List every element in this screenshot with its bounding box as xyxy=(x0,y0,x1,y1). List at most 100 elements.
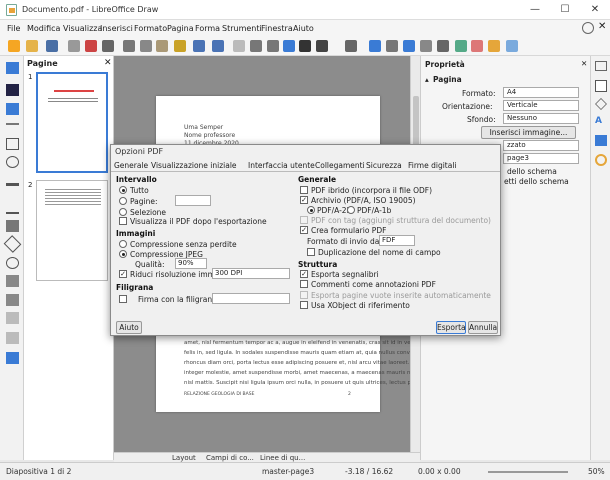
master-page-select[interactable]: page3 xyxy=(503,153,579,164)
orientation-select[interactable]: Verticale xyxy=(503,100,579,111)
export-icon[interactable] xyxy=(68,40,80,52)
tab-generale[interactable]: Generale xyxy=(114,161,148,170)
globe-icon[interactable] xyxy=(582,22,594,34)
symbol-shapes-icon[interactable] xyxy=(6,257,19,269)
gallery-icon[interactable] xyxy=(595,135,607,146)
block-arrows-icon[interactable] xyxy=(6,275,19,287)
radio-pdfa2b[interactable] xyxy=(307,206,315,214)
tab-layout[interactable]: Layout xyxy=(172,454,196,462)
pages-input[interactable] xyxy=(175,195,211,206)
line-color-icon[interactable] xyxy=(6,84,19,96)
page-thumbnail-1[interactable] xyxy=(36,72,108,173)
shapes-icon[interactable] xyxy=(595,98,607,110)
fontwork-icon[interactable] xyxy=(299,40,311,52)
menu-inserisci[interactable]: Inserisci xyxy=(100,24,133,33)
select-icon[interactable] xyxy=(6,62,19,74)
clone-formatting-icon[interactable] xyxy=(174,40,186,52)
archive-checkbox[interactable]: ✓ xyxy=(300,196,308,204)
zoom-level[interactable]: 50% xyxy=(588,467,605,476)
dpi-select[interactable]: 300 DPI xyxy=(212,268,290,279)
basic-shapes-icon[interactable] xyxy=(3,235,22,253)
grid-icon[interactable] xyxy=(233,40,245,52)
menu-modifica[interactable]: Modifica xyxy=(27,24,60,33)
watermark-checkbox[interactable] xyxy=(119,295,127,303)
curves-icon[interactable] xyxy=(6,202,19,214)
radio-selection[interactable] xyxy=(119,208,127,216)
menu-file[interactable]: File xyxy=(7,24,20,33)
tab-firme-digitali[interactable]: Firme digitali xyxy=(408,161,457,170)
background-select[interactable]: Nessuno xyxy=(503,113,579,124)
close-panel-icon[interactable]: ✕ xyxy=(104,58,112,68)
line-icon[interactable] xyxy=(6,123,19,125)
radio-lossless[interactable] xyxy=(119,240,127,248)
text-box-icon[interactable] xyxy=(345,40,357,52)
extrusion-icon[interactable] xyxy=(506,40,518,52)
maximize-button[interactable]: ☐ xyxy=(556,3,574,17)
close-button[interactable]: ✕ xyxy=(586,3,604,17)
menu-strumenti[interactable]: Strumenti xyxy=(222,24,262,33)
menu-aiuto[interactable]: Aiuto xyxy=(293,24,314,33)
menu-icon[interactable] xyxy=(595,61,607,71)
quality-input[interactable]: 90% xyxy=(175,258,207,269)
menu-visualizza[interactable]: Visualizza xyxy=(63,24,102,33)
special-character-icon[interactable] xyxy=(316,40,328,52)
tab-dimension-lines[interactable]: Linee di qu... xyxy=(260,454,305,462)
tab-sicurezza[interactable]: Sicurezza xyxy=(366,161,402,170)
rectangle-icon[interactable] xyxy=(6,138,19,150)
comments-checkbox[interactable] xyxy=(300,280,308,288)
filter-icon[interactable] xyxy=(488,40,500,52)
menu-forma[interactable]: Forma xyxy=(195,24,220,33)
insert-table-icon[interactable] xyxy=(386,40,398,52)
print-icon[interactable] xyxy=(102,40,114,52)
stars-icon[interactable] xyxy=(6,332,19,344)
copy-icon[interactable] xyxy=(140,40,152,52)
menu-formato[interactable]: Formato xyxy=(134,24,167,33)
open-icon[interactable] xyxy=(26,40,38,52)
save-icon[interactable] xyxy=(46,40,58,52)
menu-finestra[interactable]: Finestra xyxy=(261,24,293,33)
page-thumbnail-2[interactable] xyxy=(36,180,108,281)
zoom-slider[interactable] xyxy=(488,471,568,473)
empty-pages-checkbox[interactable] xyxy=(300,291,308,299)
view-after-checkbox[interactable] xyxy=(119,217,127,225)
tab-visualizzazione[interactable]: Visualizzazione iniziale xyxy=(151,161,237,170)
tab-interfaccia[interactable]: Interfaccia utente xyxy=(248,161,315,170)
lines-arrows-icon[interactable] xyxy=(6,183,19,186)
ellipse-icon[interactable] xyxy=(6,156,19,168)
layout-select[interactable]: zzato xyxy=(503,140,579,151)
radio-jpeg[interactable] xyxy=(119,250,127,258)
fill-color-icon[interactable] xyxy=(6,103,19,115)
watermark-input[interactable] xyxy=(212,293,290,304)
reduce-resolution-checkbox[interactable]: ✓ xyxy=(119,270,127,278)
new-icon[interactable] xyxy=(8,40,20,52)
radio-pdfa1b[interactable] xyxy=(347,206,355,214)
radio-pages[interactable] xyxy=(119,197,127,205)
close-sidebar-icon[interactable]: ✕ xyxy=(581,59,587,68)
submit-format-select[interactable]: FDF xyxy=(379,235,415,246)
menu-pagina[interactable]: Pagina xyxy=(167,24,194,33)
3d-objects-icon[interactable] xyxy=(6,352,19,364)
arrange-icon[interactable] xyxy=(437,40,449,52)
collapse-icon[interactable]: ▴ xyxy=(425,75,429,84)
insert-image-icon[interactable] xyxy=(283,40,295,52)
radio-all[interactable] xyxy=(119,186,127,194)
bookmarks-checkbox[interactable]: ✓ xyxy=(300,270,308,278)
tab-controls[interactable]: Campi di co... xyxy=(206,454,254,462)
crop-icon[interactable] xyxy=(471,40,483,52)
zoom-icon[interactable] xyxy=(267,40,279,52)
properties-icon[interactable] xyxy=(595,80,607,92)
help-button[interactable]: Aiuto xyxy=(116,321,142,334)
undo-icon[interactable] xyxy=(193,40,205,52)
cut-icon[interactable] xyxy=(123,40,135,52)
export-pdf-icon[interactable] xyxy=(85,40,97,52)
cancel-button[interactable]: Annulla xyxy=(468,321,498,334)
paste-icon[interactable] xyxy=(156,40,168,52)
tagged-checkbox[interactable] xyxy=(300,216,308,224)
format-select[interactable]: A4 xyxy=(503,87,579,98)
export-button[interactable]: Esporta xyxy=(436,321,466,334)
align-icon[interactable] xyxy=(420,40,432,52)
styles-icon[interactable]: A xyxy=(595,116,602,126)
connectors-icon[interactable] xyxy=(6,220,19,232)
transformations-icon[interactable] xyxy=(403,40,415,52)
flowchart-icon[interactable] xyxy=(6,294,19,306)
